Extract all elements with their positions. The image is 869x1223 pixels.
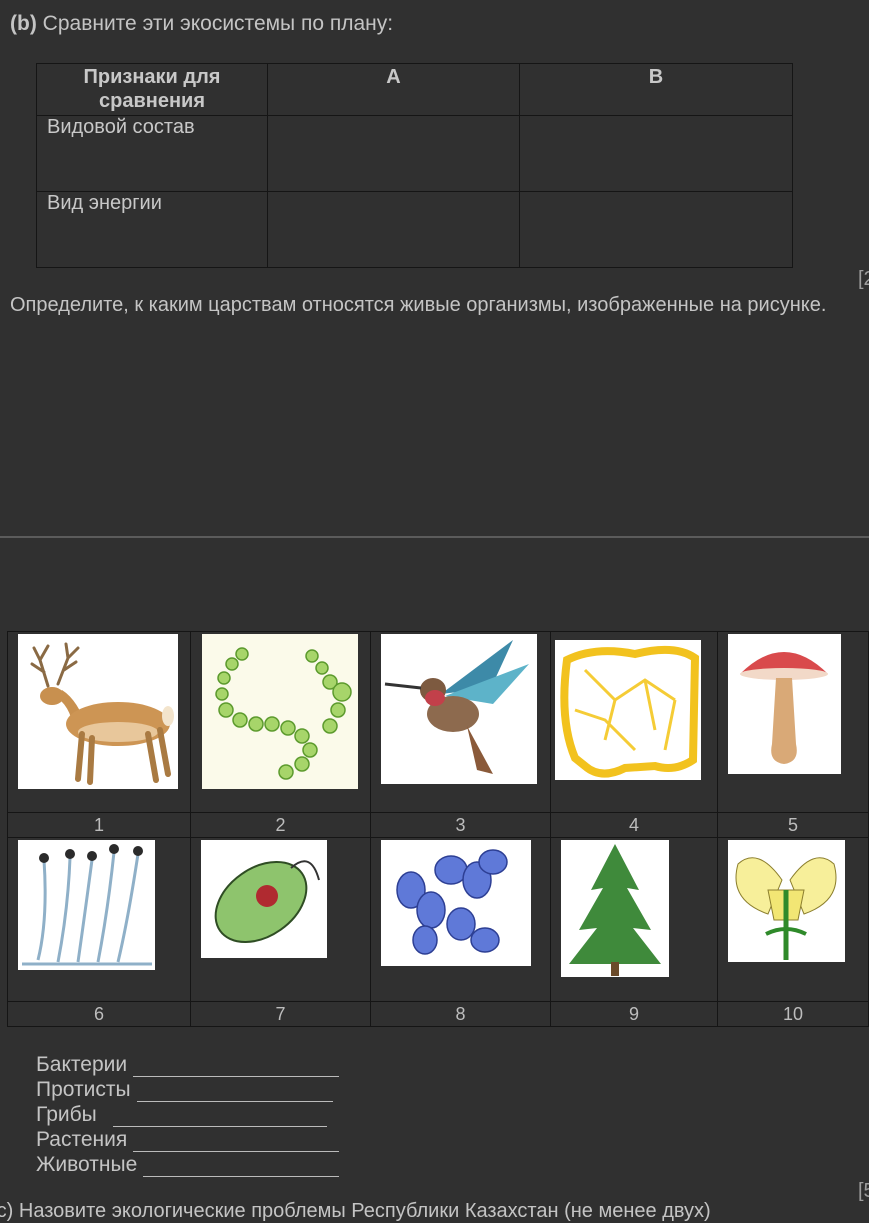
section-b-label: (b) <box>10 12 37 35</box>
cell-b-energy[interactable] <box>519 191 793 268</box>
cell-2 <box>190 631 371 813</box>
table-row: Вид энергии <box>36 191 793 268</box>
fir-tree-icon <box>561 840 669 977</box>
number-label: 7 <box>190 1001 371 1027</box>
cell-7 <box>190 837 371 1002</box>
next-question-text: (c) Назовите экологические проблемы Респ… <box>0 1200 711 1222</box>
number-label: 6 <box>7 1001 191 1027</box>
header-a: А <box>267 63 520 116</box>
cell-1 <box>7 631 191 813</box>
cell-a-energy[interactable] <box>267 191 520 268</box>
answer-label: Бактерии <box>36 1053 128 1076</box>
answer-fungi: Грибы <box>36 1102 339 1127</box>
pictures-row-2 <box>7 837 869 1002</box>
answer-label: Грибы <box>36 1103 97 1126</box>
answer-label: Животные <box>36 1153 138 1176</box>
row-species-composition: Видовой состав <box>36 115 268 192</box>
cell-3 <box>370 631 551 813</box>
header-b: В <box>519 63 793 116</box>
mold-sporangia-icon <box>18 840 155 970</box>
cell-6 <box>7 837 191 1002</box>
cell-8 <box>370 837 551 1002</box>
answer-list: Бактерии Протисты Грибы Растения Животны… <box>36 1052 340 1177</box>
cell-a-species[interactable] <box>267 115 520 192</box>
answer-blank[interactable] <box>133 1058 340 1077</box>
slime-mold-icon <box>555 640 701 780</box>
answer-blank[interactable] <box>112 1108 327 1127</box>
pictures-row-1 <box>7 631 869 813</box>
organisms-grid: 1 2 3 4 5 6 7 8 9 10 <box>7 631 869 1027</box>
euglena-icon <box>201 840 327 958</box>
answer-animals: Животные <box>36 1152 340 1177</box>
comparison-table-header: Признаки для сравнения А В <box>36 63 793 116</box>
numbers-row-2: 6 7 8 9 10 <box>7 1001 869 1027</box>
table-row: Видовой состав <box>36 115 793 192</box>
number-label: 5 <box>717 812 869 838</box>
question-text: Определите, к каким царствам относятся ж… <box>10 294 827 316</box>
cell-5 <box>717 631 869 813</box>
number-label: 3 <box>370 812 551 838</box>
section-b-heading: (b) Сравните эти экосистемы по плану: <box>10 12 393 36</box>
bacteria-cocci-icon <box>381 840 531 966</box>
divider <box>0 536 869 538</box>
answer-label: Протисты <box>36 1078 131 1101</box>
answer-label: Растения <box>36 1128 128 1151</box>
number-label: 2 <box>190 812 371 838</box>
score-mark: [2 <box>858 268 869 290</box>
section-b-text: Сравните эти экосистемы по плану: <box>42 12 394 35</box>
answer-blank[interactable] <box>133 1133 340 1152</box>
mushroom-icon <box>728 634 841 774</box>
answer-protists: Протисты <box>36 1077 339 1102</box>
row-energy-type: Вид энергии <box>36 191 268 268</box>
cell-9 <box>550 837 718 1002</box>
answer-bacteria: Бактерии <box>36 1052 340 1077</box>
number-label: 1 <box>7 812 191 838</box>
cell-4 <box>550 631 718 813</box>
comparison-table: Признаки для сравнения А В Видовой соста… <box>36 63 793 268</box>
number-label: 10 <box>717 1001 869 1027</box>
hummingbird-icon <box>381 634 537 784</box>
numbers-row-1: 1 2 3 4 5 <box>7 812 869 838</box>
algae-chain-icon <box>202 634 358 789</box>
answer-plants: Растения <box>36 1127 340 1152</box>
cell-b-species[interactable] <box>519 115 793 192</box>
number-label: 4 <box>550 812 718 838</box>
answer-blank[interactable] <box>143 1158 340 1177</box>
flower-icon <box>728 840 845 962</box>
number-label: 9 <box>550 1001 718 1027</box>
answer-blank[interactable] <box>136 1083 333 1102</box>
deer-icon <box>18 634 178 789</box>
cell-10 <box>717 837 869 1002</box>
header-criteria: Признаки для сравнения <box>36 63 268 116</box>
number-label: 8 <box>370 1001 551 1027</box>
score-mark: [5 <box>858 1180 869 1202</box>
